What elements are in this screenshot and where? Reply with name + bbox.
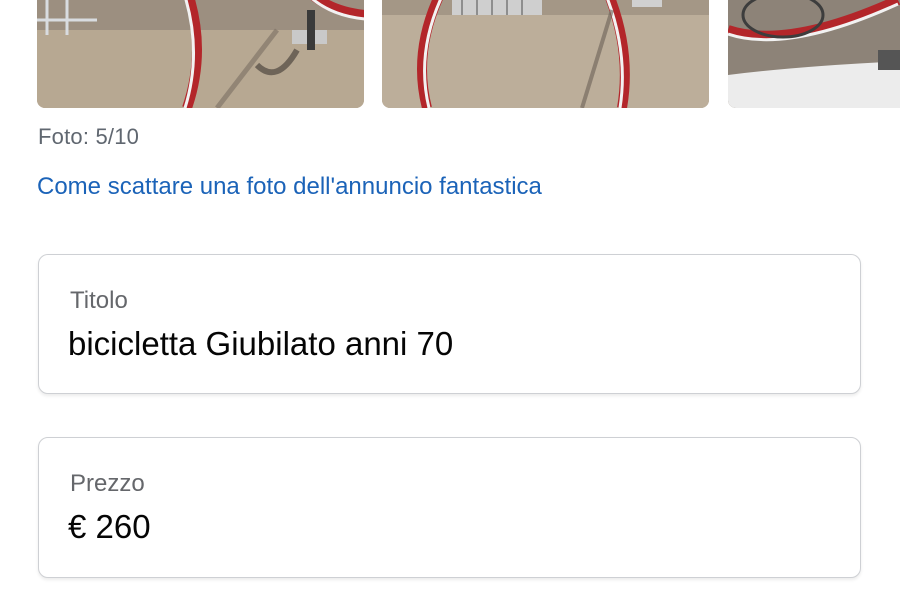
title-label: Titolo — [70, 287, 128, 314]
price-label: Prezzo — [70, 470, 145, 497]
bicycle-photo-3 — [728, 0, 900, 108]
photo-thumbnail-3[interactable] — [728, 0, 900, 108]
bicycle-photo-1 — [37, 0, 364, 108]
price-input[interactable]: € 260 — [68, 508, 151, 546]
photo-tips-link[interactable]: Come scattare una foto dell'annuncio fan… — [37, 173, 542, 201]
bicycle-photo-2 — [382, 0, 709, 108]
photo-strip — [0, 0, 900, 110]
title-field[interactable]: Titolo bicicletta Giubilato anni 70 — [38, 254, 861, 394]
title-input[interactable]: bicicletta Giubilato anni 70 — [68, 325, 453, 363]
photo-count: Foto: 5/10 — [38, 124, 140, 149]
price-field[interactable]: Prezzo € 260 — [38, 437, 861, 578]
photo-thumbnail-2[interactable] — [382, 0, 709, 108]
photo-thumbnail-1[interactable] — [37, 0, 364, 108]
